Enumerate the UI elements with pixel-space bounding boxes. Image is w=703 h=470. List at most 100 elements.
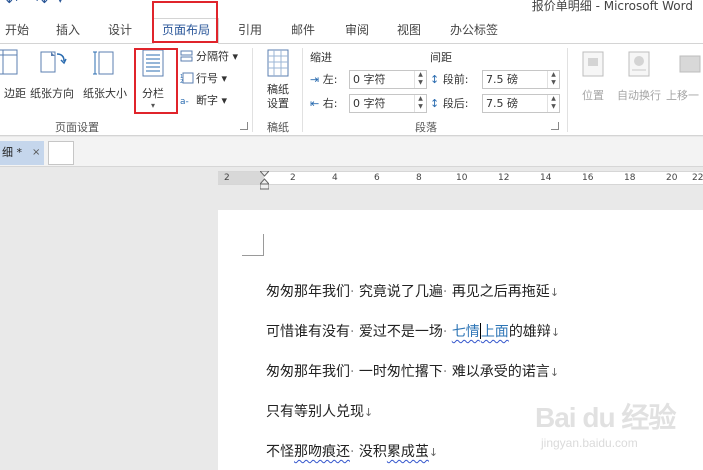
spacing-before-spinner[interactable]: ▲ ▼ bbox=[547, 71, 559, 88]
line-text-highlighted: 七情 bbox=[451, 324, 480, 340]
baidu-watermark: Bai du 经验 jingyan.baidu.com bbox=[535, 396, 695, 466]
spacing-before-value: 7.5 磅 bbox=[486, 73, 518, 86]
columns-icon bbox=[142, 49, 164, 77]
tab-office-tab[interactable]: 办公标签 bbox=[444, 20, 504, 40]
wrap-text-button[interactable]: 自动换行 bbox=[612, 50, 666, 103]
line-text: 再见之后再拖延 bbox=[451, 284, 550, 300]
indent-left-value: 0 字符 bbox=[353, 73, 386, 86]
paragraph-mark-icon: ↓ bbox=[364, 406, 374, 419]
margins-button[interactable]: 边距 bbox=[0, 48, 28, 101]
tab-insert[interactable]: 插入 bbox=[52, 20, 84, 40]
ruler-number: 4 bbox=[332, 173, 338, 183]
columns-label: 分栏 bbox=[142, 87, 164, 100]
bring-forward-icon bbox=[679, 55, 701, 73]
line-text: 可惜谁有没有 bbox=[266, 324, 350, 340]
indent-left-caption: ⇥ 左: bbox=[310, 71, 337, 87]
size-button[interactable]: 纸张大小 bbox=[81, 48, 129, 101]
manuscript-icon bbox=[267, 49, 289, 77]
manuscript-label-1: 稿纸 bbox=[267, 83, 289, 96]
indent-left-icon: ⇥ bbox=[310, 73, 320, 86]
wrap-text-icon bbox=[628, 51, 650, 77]
line-text: 究竟说了几遍 bbox=[358, 284, 443, 300]
wrap-text-label: 自动换行 bbox=[617, 89, 661, 102]
margins-icon bbox=[0, 49, 18, 75]
orientation-label: 纸张方向 bbox=[30, 87, 74, 100]
indent-marker-icon[interactable] bbox=[260, 171, 269, 191]
svg-text:2: 2 bbox=[180, 79, 183, 84]
paragraph-mark-icon: ↓ bbox=[428, 446, 439, 459]
spacing-after-icon: ↕ bbox=[430, 97, 440, 110]
tab-page-layout[interactable]: 页面布局 bbox=[153, 18, 219, 45]
columns-button[interactable]: 分栏 ▾ bbox=[137, 48, 169, 110]
position-button[interactable]: 位置 bbox=[574, 50, 612, 103]
tab-mailings[interactable]: 邮件 bbox=[287, 20, 319, 40]
manuscript-group-label: 稿纸 bbox=[267, 121, 289, 134]
indent-right-input[interactable]: 0 字符 ▲ ▼ bbox=[349, 94, 427, 113]
spacing-before-label: 段前: bbox=[442, 73, 469, 86]
breaks-label: 分隔符 bbox=[196, 50, 229, 63]
close-icon[interactable]: × bbox=[32, 141, 40, 165]
ruler-number: 14 bbox=[540, 173, 552, 183]
line-text: 匆匆那年我们 bbox=[266, 364, 350, 380]
manuscript-setup-button[interactable]: 稿纸 设置 bbox=[260, 48, 296, 111]
document-tab-bar: 细 * × bbox=[0, 137, 703, 167]
ruler-number: 10 bbox=[456, 173, 468, 183]
indent-left-spinner[interactable]: ▲ ▼ bbox=[414, 71, 426, 88]
position-icon bbox=[582, 51, 604, 77]
horizontal-ruler[interactable]: 2 2 4 6 8 10 12 14 16 18 20 22 bbox=[218, 171, 703, 190]
tab-home[interactable]: 开始 bbox=[2, 20, 32, 40]
line-numbers-button[interactable]: 1 2 行号 ▾ bbox=[180, 70, 227, 88]
indent-right-spinner[interactable]: ▲ ▼ bbox=[414, 95, 426, 112]
indent-right-label: 右: bbox=[322, 97, 338, 110]
breaks-button[interactable]: 分隔符 ▾ bbox=[180, 48, 238, 66]
document-line-5[interactable]: 不怪那吻痕还· 没积累成茧↓ bbox=[266, 441, 438, 461]
watermark-url: jingyan.baidu.com bbox=[541, 436, 638, 450]
document-line-1[interactable]: 匆匆那年我们· 究竟说了几遍· 再见之后再拖延↓ bbox=[266, 281, 559, 301]
page-setup-launcher[interactable] bbox=[240, 122, 248, 130]
spacing-before-input[interactable]: 7.5 磅 ▲ ▼ bbox=[482, 70, 560, 89]
ruler-number: 2 bbox=[224, 173, 230, 183]
tab-design[interactable]: 设计 bbox=[104, 20, 136, 40]
line-text-highlighted: 上面 bbox=[480, 324, 509, 340]
ruler-number: 20 bbox=[666, 173, 678, 183]
spacing-before-icon: ↕ bbox=[430, 73, 440, 86]
paragraph-mark-icon: ↓ bbox=[549, 286, 560, 299]
document-line-4[interactable]: 只有等别人兑现↓ bbox=[266, 401, 373, 421]
spacing-after-value: 7.5 磅 bbox=[486, 97, 518, 110]
line-text: 匆匆那年我们 bbox=[266, 284, 350, 300]
window-title: 报价单明细 - Microsoft Word bbox=[531, 0, 693, 13]
group-separator bbox=[302, 48, 303, 132]
paragraph-mark-icon: ↓ bbox=[549, 366, 560, 379]
paragraph-mark-icon: ↓ bbox=[550, 326, 561, 339]
spacing-after-input[interactable]: 7.5 磅 ▲ ▼ bbox=[482, 94, 560, 113]
indent-right-caption: ⇤ 右: bbox=[310, 95, 337, 111]
tab-references[interactable]: 引用 bbox=[234, 20, 266, 40]
redo-icon[interactable]: ↷ bbox=[36, 0, 50, 9]
indent-left-label: 左: bbox=[322, 73, 338, 86]
undo-icon[interactable]: ↶ bbox=[6, 0, 20, 9]
paper-size-icon bbox=[93, 51, 114, 75]
qat-dropdown-icon[interactable]: ▾ bbox=[58, 0, 63, 6]
spacing-after-spinner[interactable]: ▲ ▼ bbox=[547, 95, 559, 112]
ruler-number: 6 bbox=[374, 173, 380, 183]
orientation-button[interactable]: 纸张方向 bbox=[28, 48, 76, 101]
watermark-brand: Bai du 经验 bbox=[535, 402, 676, 433]
svg-text:a-: a- bbox=[180, 97, 189, 106]
page-setup-group-label: 页面设置 bbox=[55, 121, 99, 134]
line-numbers-icon: 12 bbox=[180, 72, 194, 84]
bring-forward-button[interactable]: 上移一 bbox=[666, 50, 703, 103]
paragraph-launcher[interactable] bbox=[551, 122, 559, 130]
spacing-after-caption: ↕ 段后: bbox=[430, 95, 468, 111]
hyphenation-button[interactable]: a- 断字 ▾ bbox=[180, 92, 227, 110]
line-text: 只有等别人兑现 bbox=[266, 404, 364, 420]
text-boundary-corner bbox=[242, 234, 264, 256]
tab-review[interactable]: 审阅 bbox=[341, 20, 373, 40]
indent-left-input[interactable]: 0 字符 ▲ ▼ bbox=[349, 70, 427, 89]
size-label: 纸张大小 bbox=[83, 87, 127, 100]
ruler-number: 22 bbox=[692, 173, 703, 183]
tab-view[interactable]: 视图 bbox=[393, 20, 425, 40]
document-line-2[interactable]: 可惜谁有没有· 爱过不是一场· 七情上面的雄辩↓ bbox=[266, 321, 560, 341]
ribbon: 边距 纸张方向 纸张大小 分栏 ▾ 分隔符 ▾ 1 2 行号 ▾ a- 断字 ▾ 页面… bbox=[0, 44, 703, 136]
document-line-3[interactable]: 匆匆那年我们· 一时匆忙撂下· 难以承受的诺言↓ bbox=[266, 361, 559, 381]
new-tab-button[interactable] bbox=[48, 141, 74, 165]
